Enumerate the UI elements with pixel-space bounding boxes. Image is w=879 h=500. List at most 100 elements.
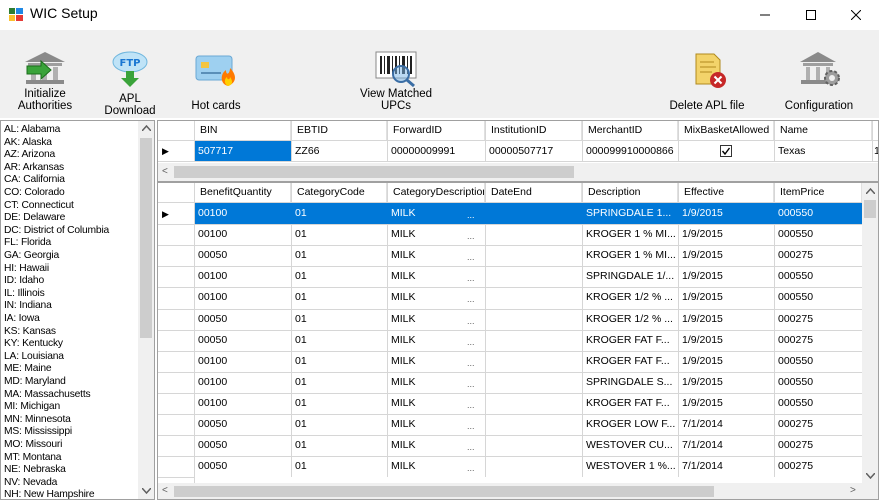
grid-cell[interactable]: 1/9/2015 [678,351,774,372]
ellipsis-button[interactable]: ... [467,268,483,289]
grid-cell[interactable]: SPRINGDALE S... [582,372,678,393]
grid-cell[interactable]: 01 [291,414,387,435]
state-list-item[interactable]: ME: Maine [4,363,52,374]
grid-cell[interactable]: 1/9/2015 [678,203,774,224]
grid-cell[interactable]: 000550 [774,203,862,224]
grid-cell[interactable]: 7/1/2014 [678,456,774,477]
ellipsis-button[interactable]: ... [467,374,483,395]
grid-cell[interactable]: KROGER 1/2 % ... [582,287,678,308]
grid-cell[interactable]: 000550 [774,224,862,245]
column-header[interactable]: Name [774,121,872,140]
grid-cell[interactable]: 01 [291,393,387,414]
state-list-item[interactable]: MD: Maryland [4,376,66,387]
grid-cell[interactable]: 000275 [774,456,862,477]
ellipsis-button[interactable]: ... [467,311,483,332]
grid-cell[interactable]: 00050 [194,309,291,330]
grid-cell[interactable]: KROGER FAT F... [582,351,678,372]
ellipsis-button[interactable]: ... [467,458,483,479]
column-header[interactable]: ItemPrice [774,183,862,202]
grid-cell[interactable]: WESTOVER CU... [582,435,678,456]
state-list-item[interactable]: KS: Kansas [4,326,56,337]
grid-cell[interactable]: SPRINGDALE 1/... [582,266,678,287]
state-list-item[interactable]: AZ: Arizona [4,149,55,160]
grid-cell[interactable]: 00100 [194,287,291,308]
state-list-item[interactable]: DC: District of Columbia [4,225,109,236]
ellipsis-button[interactable]: ... [467,437,483,458]
grid-cell[interactable]: KROGER 1/2 % ... [582,309,678,330]
grid-cell[interactable]: Texas [774,141,872,161]
state-list-item[interactable]: MS: Mississippi [4,426,72,437]
column-header[interactable]: Effective [678,183,774,202]
state-list-item[interactable]: MN: Minnesota [4,414,71,425]
column-header[interactable]: MerchantID [582,121,678,140]
grid-cell[interactable]: 00050 [194,456,291,477]
grid-cell[interactable]: 00050 [194,414,291,435]
ellipsis-button[interactable]: ... [467,332,483,353]
state-list-item[interactable]: CO: Colorado [4,187,65,198]
grid-cell[interactable]: 1 [872,141,878,161]
state-list-item[interactable]: ID: Idaho [4,275,44,286]
apl-download-button[interactable]: FTP APL Download [96,48,164,117]
delete-apl-file-button[interactable]: Delete APL file [660,48,754,112]
grid-cell[interactable]: 01 [291,456,387,477]
grid-cell[interactable]: KROGER 1 % MI... [582,224,678,245]
grid-cell[interactable]: 01 [291,330,387,351]
ellipsis-button[interactable]: ... [467,395,483,416]
column-header[interactable]: MixBasketAllowed [678,121,774,140]
ellipsis-button[interactable]: ... [467,205,483,226]
state-list-item[interactable]: NV: Nevada [4,477,57,488]
grid-cell[interactable]: 1/9/2015 [678,287,774,308]
hscroll-thumb[interactable] [174,486,714,497]
grid-cell[interactable]: 000275 [774,309,862,330]
state-list-item[interactable]: NH: New Hampshire [4,489,95,499]
grid-cell[interactable]: 00100 [194,351,291,372]
grid-cell[interactable]: 00100 [194,203,291,224]
grid-cell[interactable]: 1/9/2015 [678,224,774,245]
grid-cell[interactable]: 00100 [194,266,291,287]
state-list-item[interactable]: GA: Georgia [4,250,59,261]
maximize-button[interactable] [788,0,834,30]
apl-grid-hscrollbar[interactable]: < > [158,483,878,499]
state-list-item[interactable]: AK: Alaska [4,137,52,148]
state-list-item[interactable]: MI: Michigan [4,401,60,412]
minimize-button[interactable] [742,0,788,30]
grid-cell[interactable]: 00050 [194,245,291,266]
grid-cell[interactable]: 01 [291,245,387,266]
grid-cell[interactable]: ZZ66 [291,141,387,161]
grid-cell[interactable]: 00100 [194,393,291,414]
column-header[interactable]: BenefitQuantity [194,183,291,202]
grid-cell[interactable]: 00100 [194,224,291,245]
close-button[interactable] [833,0,879,30]
authority-grid-hscrollbar[interactable]: < [158,163,878,181]
state-list-item[interactable]: AL: Alabama [4,124,60,135]
grid-cell[interactable]: 00050 [194,330,291,351]
authority-grid[interactable]: BIN EBTID ForwardID InstitutionID MerchantID… [157,120,879,182]
state-list-item[interactable]: IL: Illinois [4,288,45,299]
grid-cell[interactable]: 1/9/2015 [678,372,774,393]
state-list-scroll-thumb[interactable] [140,138,152,338]
state-list-item[interactable]: AR: Arkansas [4,162,64,173]
ellipsis-button[interactable]: ... [467,226,483,247]
state-list-item[interactable]: CT: Connecticut [4,200,74,211]
grid-cell[interactable]: 01 [291,372,387,393]
grid-cell[interactable]: 1/9/2015 [678,309,774,330]
grid-cell[interactable]: KROGER 1 % MI... [582,245,678,266]
grid-cell[interactable]: 00050 [194,435,291,456]
state-list-item[interactable]: CA: California [4,174,65,185]
grid-cell[interactable]: 00000507717 [485,141,582,161]
grid-cell[interactable]: 000550 [774,372,862,393]
column-header[interactable]: CategoryCode [291,183,387,202]
ellipsis-button[interactable]: ... [467,353,483,374]
grid-cell[interactable]: KROGER LOW F... [582,414,678,435]
grid-cell[interactable]: 01 [291,224,387,245]
column-header[interactable]: CategoryDescription [387,183,485,202]
grid-cell[interactable]: 01 [291,266,387,287]
grid-cell[interactable]: 01 [291,351,387,372]
state-list-item[interactable]: MO: Missouri [4,439,62,450]
grid-cell[interactable]: 000550 [774,351,862,372]
column-header[interactable]: BIN [194,121,291,140]
grid-cell[interactable]: KROGER FAT F... [582,330,678,351]
grid-cell[interactable]: 7/1/2014 [678,435,774,456]
grid-cell[interactable]: 1/9/2015 [678,245,774,266]
grid-cell[interactable]: 7/1/2014 [678,414,774,435]
